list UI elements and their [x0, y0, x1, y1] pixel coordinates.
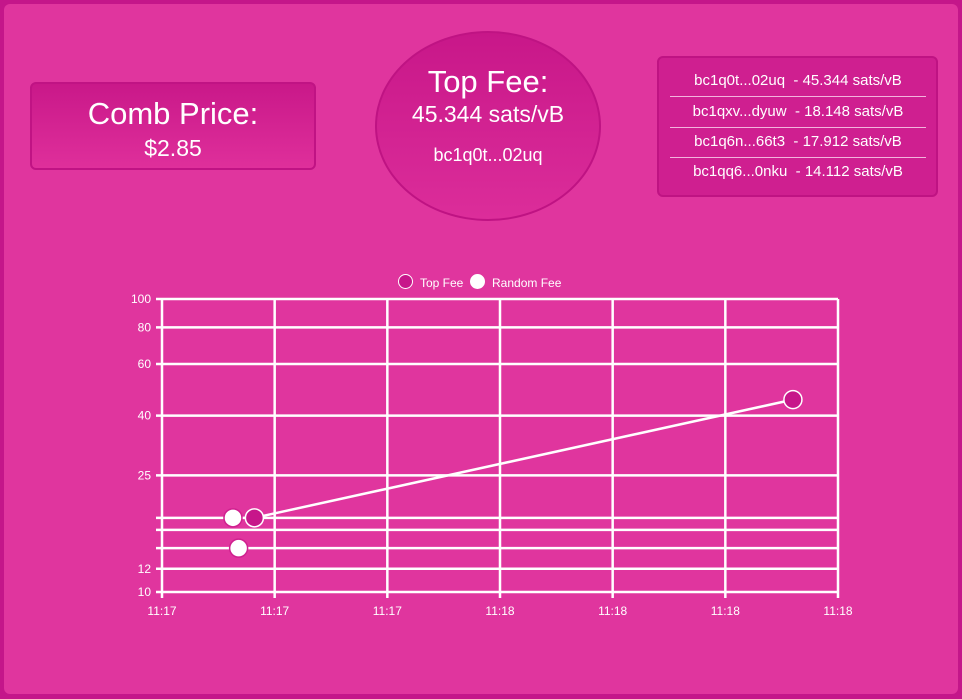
- x-tick-label: 11:18: [823, 604, 852, 618]
- top-fee-point: [783, 389, 803, 410]
- y-tick-label: 10: [138, 585, 152, 599]
- x-tick-label: 11:18: [598, 604, 627, 618]
- y-tick-label: 60: [138, 357, 152, 371]
- x-tick-label: 11:17: [147, 604, 176, 618]
- y-tick-label: 12: [138, 562, 152, 576]
- y-tick-label: 40: [138, 409, 152, 423]
- x-tick-label: 11:18: [485, 604, 514, 618]
- y-tick-label: 25: [138, 468, 152, 482]
- random-fee-point: [228, 538, 249, 558]
- x-tick-label: 11:18: [711, 604, 740, 618]
- series-line: [254, 398, 794, 520]
- y-tick-label: 100: [131, 292, 151, 306]
- random-fee-point: [223, 508, 243, 528]
- x-tick-label: 11:17: [260, 604, 289, 618]
- fee-chart: 10 12 25 40 60 80 100 11:17 11:17 11:17 11:18 11:18…: [131, 292, 853, 618]
- x-tick-label: 11:17: [373, 604, 402, 618]
- top-fee-point: [244, 508, 265, 528]
- y-tick-label: 80: [138, 320, 152, 334]
